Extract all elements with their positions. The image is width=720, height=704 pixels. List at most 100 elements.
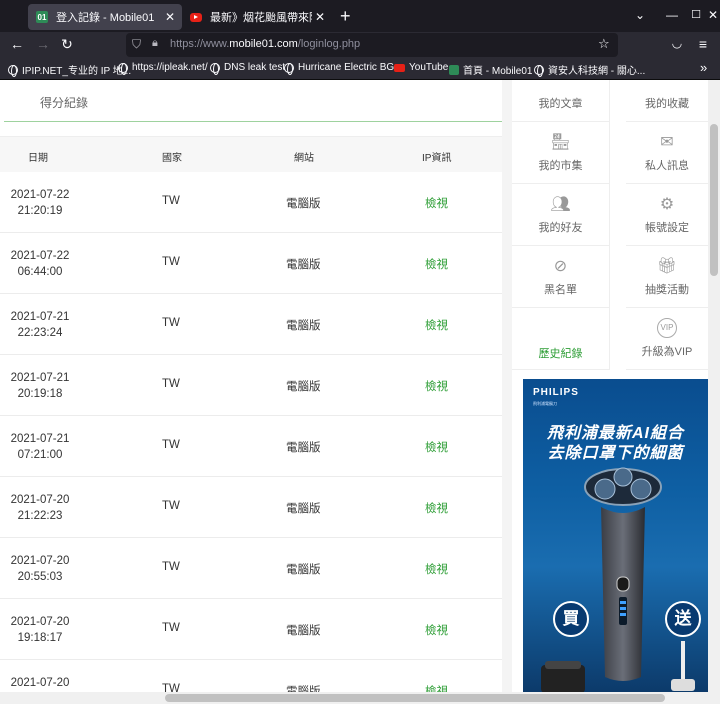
bookmarks-overflow-icon[interactable]: » [700,60,707,75]
sidebar-item-4[interactable]: 👥︎ 我的好友 [512,184,610,246]
view-ip-link[interactable]: 檢視 [425,561,448,577]
close-tab-icon[interactable]: ✕ [312,10,328,24]
login-log-panel: 得分紀錄 日期 國家 網站 IP資訊 2021-07-22 21:20:19 TW 電… [0,80,502,692]
forward-arrow-icon[interactable]: → [34,36,52,52]
new-tab-plus-icon[interactable]: + [340,6,351,27]
gift-icon: 🎁︎ [656,258,678,275]
vertical-scrollbar-thumb[interactable] [710,124,718,276]
cell-date: 2021-07-20 19:18:17 [10,614,70,646]
cell-date-day: 2021-07-20 [10,616,70,628]
gear-icon: ⚙ [659,196,675,213]
maximize-icon[interactable]: ☐ [686,8,706,21]
block-icon: ⊘ [553,258,568,275]
bookmark-mobile01[interactable]: 首頁 - Mobile01 [449,62,532,77]
ad-gift-badge: 送 [665,601,701,637]
sidebar-item-9[interactable]: VIP 升級為VIP [626,308,708,370]
column-header-country: 國家 [162,153,182,164]
cell-date-time: 21:20:19 [17,205,63,217]
pocket-icon[interactable]: ◡ [668,36,686,50]
minimize-icon[interactable]: — [662,8,682,22]
cell-date: 2021-07-20 20:55:03 [10,553,70,585]
sidebar-item-5[interactable]: ⚙ 帳號設定 [626,184,708,246]
cell-date: 2021-07-22 21:20:19 [10,187,70,219]
table-row: 2021-07-20 19:18:17 TW 電腦版 檢視 [0,599,502,660]
cell-date-time: 21:22:23 [17,510,63,522]
view-ip-link[interactable]: 檢視 [425,195,448,211]
sidebar-item-label: 歷史紀錄 [538,348,583,360]
bookmark-hurricane[interactable]: Hurricane Electric BG... [284,62,403,75]
horizontal-scrollbar[interactable] [0,692,720,704]
cell-country: TW [162,683,180,692]
sidebar-item-label: 升級為VIP [641,346,693,358]
philips-ad-banner[interactable]: PHILIPS 飛利浦電鬍刀 飛利浦最新AI組合 去除口罩下的細菌 買 送 [523,379,708,692]
star-bookmark-icon[interactable]: ☆ [598,36,610,52]
cell-date-day: 2021-07-20 [10,555,70,567]
close-tab-icon[interactable]: ✕ [162,10,178,24]
youtube-icon [394,63,405,72]
sidebar-item-7[interactable]: 🎁︎ 抽獎活動 [626,246,708,308]
cell-country: TW [162,500,180,512]
tab-news[interactable]: 最新》烟花颱風帶來降雨 汐止 ✕ [182,4,332,30]
view-ip-link[interactable]: 檢視 [425,500,448,516]
bookmark-dns-leak[interactable]: DNS leak test [210,62,285,75]
vertical-scrollbar[interactable] [708,80,720,692]
sidebar-item-label: 黑名單 [544,284,577,296]
cell-country: TW [162,561,180,573]
bookmark-isecurity[interactable]: 資安人科技網 - 關心... [534,62,645,77]
view-ip-link[interactable]: 檢視 [425,317,448,333]
tab-strip: 01 登入記錄 - Mobile01 ✕ 最新》烟花颱風帶來降雨 汐止 ✕ + … [0,0,720,32]
bookmark-youtube[interactable]: YouTube [394,62,448,73]
view-ip-link[interactable]: 檢視 [425,439,448,455]
bookmark-label: 資安人科技網 - 關心... [548,66,646,77]
view-ip-link[interactable]: 檢視 [425,378,448,394]
globe-icon [284,62,294,75]
bookmark-label: YouTube [409,62,449,73]
cell-date-time: 19:18:17 [17,632,63,644]
bookmark-label: https://ipleak.net/ [132,62,208,73]
bookmark-label: Hurricane Electric BG... [298,62,403,73]
sidebar-item-2[interactable]: 🏪︎ 我的市集 [512,122,610,184]
url-bar[interactable]: ⛉ 🔒︎ https://www.mobile01.com/loginlog.p… [126,33,618,57]
view-ip-link[interactable]: 檢視 [425,683,448,692]
youtube-favicon-icon [190,12,202,22]
sidebar-item-6[interactable]: ⊘ 黑名單 [512,246,610,308]
table-row: 2021-07-22 21:20:19 TW 電腦版 檢視 [0,172,502,233]
sidebar-item-1[interactable]: 我的收藏 [626,80,708,122]
sidebar-item-3[interactable]: ✉ 私人訊息 [626,122,708,184]
ad-buy-badge: 買 [553,601,589,637]
ad-headline-2: 去除口罩下的細菌 [547,445,684,462]
menu-hamburger-icon[interactable]: ≡ [694,36,712,52]
cell-date: 2021-07-21 22:23:24 [10,309,70,341]
sidebar-item-0[interactable]: 我的文章 [512,80,610,122]
shield-icon[interactable]: ⛉ [132,37,141,52]
cell-site: 電腦版 [286,259,321,271]
bookmarks-toolbar: IPIP.NET_专业的 IP 地... https://ipleak.net/… [0,58,720,80]
sidebar-item-label: 帳號設定 [645,222,689,234]
page-content: 得分紀錄 日期 國家 網站 IP資訊 2021-07-22 21:20:19 TW 電… [0,80,708,692]
window-menu-chevron-icon[interactable]: ⌄ [630,8,650,22]
sidebar-item-8[interactable]: 歷史紀錄 [512,308,610,370]
tab-login-record[interactable]: 01 登入記錄 - Mobile01 ✕ [28,4,182,30]
back-arrow-icon[interactable]: ← [8,36,26,52]
table-row: 2021-07-21 07:21:00 TW 電腦版 檢視 [0,416,502,477]
sidebar-item-label: 我的好友 [538,222,583,234]
cell-site: 電腦版 [286,564,321,576]
bookmark-label: 首頁 - Mobile01 [463,66,533,77]
bookmark-ipip[interactable]: IPIP.NET_专业的 IP 地... [8,62,131,77]
mobile01-favicon-icon: 01 [36,11,48,23]
mobile01-icon [449,64,459,75]
close-window-icon[interactable]: ✕ [706,8,720,22]
reload-icon[interactable]: ↻ [58,36,76,53]
cell-date-day: 2021-07-20 [10,677,70,689]
url-text: https://www.mobile01.com/loginlog.php [170,38,361,50]
view-ip-link[interactable]: 檢視 [425,622,448,638]
table-row: 2021-07-20 20:55:03 TW 電腦版 檢視 [0,538,502,599]
lock-icon[interactable]: 🔒︎ [152,37,158,50]
horizontal-scrollbar-thumb[interactable] [165,694,665,702]
cell-date-time: 20:19:18 [17,388,63,400]
cell-date-day: 2021-07-22 [10,189,70,201]
globe-icon [118,62,128,75]
view-ip-link[interactable]: 檢視 [425,256,448,272]
cell-country: TW [162,439,180,451]
bookmark-ipleak[interactable]: https://ipleak.net/ [118,62,208,75]
